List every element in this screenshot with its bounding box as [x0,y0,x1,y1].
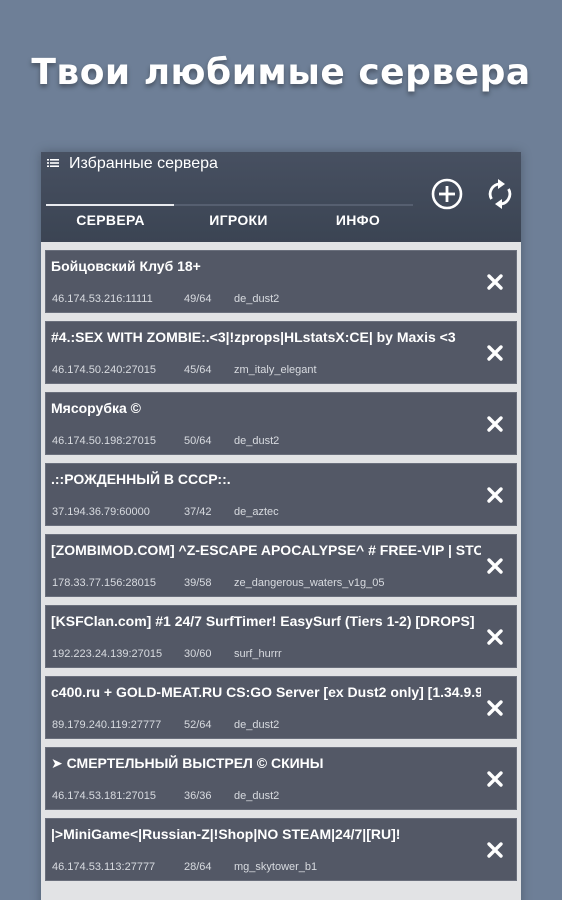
server-address: 46.174.53.113:27777 [52,861,156,873]
tab-label: ИГРОКИ [209,212,268,228]
tab-indicator [46,204,175,206]
server-players: 45/64 [184,364,212,376]
close-icon [487,558,503,574]
server-name: ➤ СМЕРТЕЛЬНЫЙ ВЫСТРЕЛ © СКИНЫ [51,755,324,771]
remove-server-button[interactable] [486,557,504,575]
server-card[interactable]: Бойцовский Клуб 18+ 46.174.53.216:11111 … [45,250,517,313]
remove-server-button[interactable] [486,415,504,433]
tab-label: СЕРВЕРА [76,212,145,228]
refresh-icon [488,179,512,209]
tab-info[interactable]: ИНФО [303,200,413,240]
app-window: Избранные сервера СЕРВЕРА ИГРОКИ ИНФО Бо… [41,152,521,900]
remove-server-button[interactable] [486,841,504,859]
server-map: mg_skytower_b1 [234,861,318,873]
server-map: surf_hurrr [234,648,282,660]
refresh-button[interactable] [483,177,517,211]
server-players: 50/64 [184,435,212,447]
server-card[interactable]: ➤ СМЕРТЕЛЬНЫЙ ВЫСТРЕЛ © СКИНЫ 46.174.53.… [45,747,517,810]
server-name: .::РОЖДЕННЫЙ В СССР::. [51,471,231,487]
server-address: 46.174.53.216:11111 [52,293,153,305]
server-map: de_dust2 [234,719,280,731]
server-players: 49/64 [184,293,212,305]
server-address: 89.179.240.119:27777 [52,719,162,731]
app-header: Избранные сервера СЕРВЕРА ИГРОКИ ИНФО [41,152,521,242]
server-map: de_dust2 [234,293,280,305]
server-name: [ZOMBIMOD.COM] ^Z-ESCAPE APOCALYPSE^ # F… [51,542,481,558]
server-players: 28/64 [184,861,212,873]
close-icon [487,274,503,290]
server-name: |>MiniGame<|Russian-Z|!Shop|NO STEAM|24/… [51,826,401,842]
server-address: 46.174.53.181:27015 [52,790,156,802]
remove-server-button[interactable] [486,628,504,646]
server-address: 192.223.24.139:27015 [52,648,163,660]
server-map: de_aztec [234,506,279,518]
server-address: 37.194.36.79:60000 [52,506,150,518]
server-players: 30/60 [184,648,212,660]
tab-label: ИНФО [335,212,381,228]
server-name: Мясорубка © [51,400,141,416]
close-icon [487,842,503,858]
remove-server-button[interactable] [486,699,504,717]
server-map: zm_italy_elegant [234,364,317,376]
server-map: de_dust2 [234,790,280,802]
server-card[interactable]: [KSFClan.com] #1 24/7 SurfTimer! EasySur… [45,605,517,668]
remove-server-button[interactable] [486,770,504,788]
server-card[interactable]: [ZOMBIMOD.COM] ^Z-ESCAPE APOCALYPSE^ # F… [45,534,517,597]
server-address: 46.174.50.198:27015 [52,435,156,447]
add-circle-icon [431,178,463,210]
tab-players[interactable]: ИГРОКИ [174,200,303,240]
close-icon [487,700,503,716]
server-address: 178.33.77.156:28015 [52,577,156,589]
remove-server-button[interactable] [486,344,504,362]
tab-servers[interactable]: СЕРВЕРА [46,200,175,240]
app-title: Избранные сервера [69,155,218,172]
server-name: #4.:SEX WITH ZOMBIE:.<3|!zprops|HLstatsX… [51,329,456,345]
promo-title: Твои любимые сервера [31,52,531,93]
server-players: 36/36 [184,790,212,802]
server-card[interactable]: c400.ru + GOLD-MEAT.RU CS:GO Server [ex … [45,676,517,739]
server-players: 37/42 [184,506,212,518]
remove-server-button[interactable] [486,486,504,504]
server-address: 46.174.50.240:27015 [52,364,156,376]
close-icon [487,487,503,503]
server-name: [KSFClan.com] #1 24/7 SurfTimer! EasySur… [51,613,475,629]
server-card[interactable]: |>MiniGame<|Russian-Z|!Shop|NO STEAM|24/… [45,818,517,881]
server-card[interactable]: #4.:SEX WITH ZOMBIE:.<3|!zprops|HLstatsX… [45,321,517,384]
server-name: Бойцовский Клуб 18+ [51,258,201,274]
close-icon [487,416,503,432]
server-map: ze_dangerous_waters_v1g_05 [234,577,385,589]
server-players: 52/64 [184,719,212,731]
close-icon [487,629,503,645]
close-icon [487,771,503,787]
server-players: 39/58 [184,577,212,589]
close-icon [487,345,503,361]
tab-indicator [303,204,413,206]
server-name: c400.ru + GOLD-MEAT.RU CS:GO Server [ex … [51,684,481,700]
list-icon[interactable] [47,158,59,168]
server-map: de_dust2 [234,435,280,447]
server-card[interactable]: Мясорубка © 46.174.50.198:27015 50/64 de… [45,392,517,455]
remove-server-button[interactable] [486,273,504,291]
add-server-button[interactable] [430,177,464,211]
server-card[interactable]: .::РОЖДЕННЫЙ В СССР::. 37.194.36.79:6000… [45,463,517,526]
tab-indicator [174,204,303,206]
